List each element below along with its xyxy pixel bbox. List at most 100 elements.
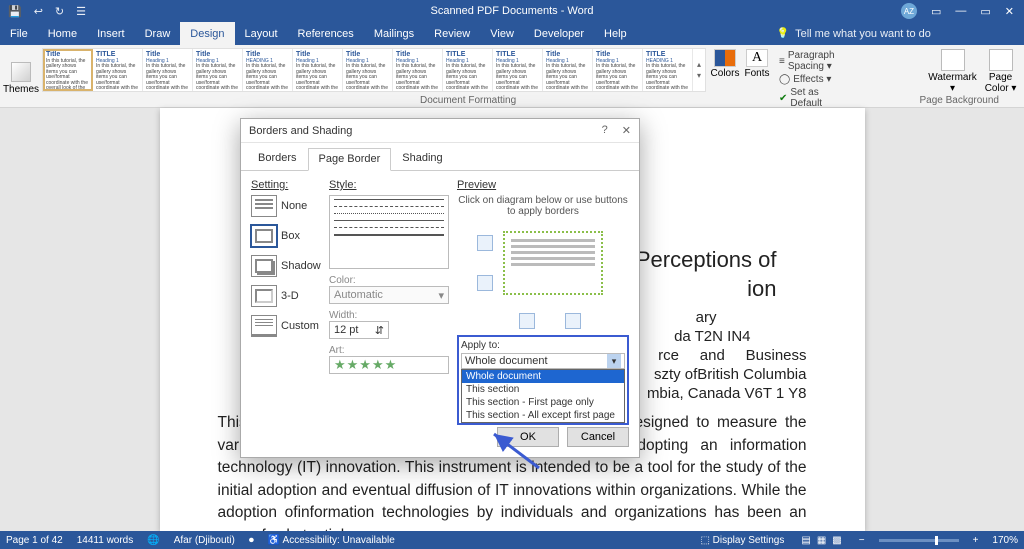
setting-shadow[interactable]: Shadow <box>251 255 321 277</box>
dialog-tab-borders[interactable]: Borders <box>247 147 308 170</box>
close-window-icon[interactable]: ✕ <box>1005 5 1014 18</box>
zoom-out-icon[interactable]: − <box>859 535 865 546</box>
gallery-item[interactable]: TitleHeading 1In this tutorial, the gall… <box>543 49 593 91</box>
status-language[interactable]: Afar (Djibouti) <box>174 535 235 546</box>
setting-custom[interactable]: Custom <box>251 315 321 337</box>
apply-to-select[interactable]: Whole document ▾ <box>461 353 625 369</box>
tab-review[interactable]: Review <box>424 22 480 45</box>
gallery-item[interactable]: TITLEHEADING 1In this tutorial, the gall… <box>643 49 693 91</box>
gallery-item[interactable]: TitleHeading 1In this tutorial, the gall… <box>193 49 243 91</box>
tab-insert[interactable]: Insert <box>87 22 135 45</box>
tab-layout[interactable]: Layout <box>235 22 288 45</box>
tab-file[interactable]: File <box>0 22 38 45</box>
style-listbox[interactable] <box>329 195 449 269</box>
set-as-default-button[interactable]: Set as Default <box>776 86 838 110</box>
zoom-in-icon[interactable]: + <box>973 535 979 546</box>
tab-references[interactable]: References <box>288 22 364 45</box>
paragraph-spacing-button[interactable]: ≡Paragraph Spacing ▾ <box>776 49 838 73</box>
gallery-more-button[interactable]: ▴▾ <box>693 49 705 91</box>
maximize-icon[interactable]: ▭ <box>980 5 990 18</box>
tab-design[interactable]: Design <box>180 22 234 45</box>
dropdown-option[interactable]: This section <box>462 383 624 396</box>
tab-help[interactable]: Help <box>594 22 637 45</box>
border-bottom-toggle[interactable] <box>477 275 493 291</box>
gallery-item[interactable]: TitleHEADING 1In this tutorial, the gall… <box>243 49 293 91</box>
ribbon-display-options-icon[interactable]: ▭ <box>931 5 941 18</box>
cancel-button[interactable]: Cancel <box>567 427 629 447</box>
label-apply-to: Apply to: <box>461 340 500 351</box>
dialog-close-icon[interactable]: ✕ <box>622 124 631 137</box>
document-formatting-gallery[interactable]: TitleIn this tutorial, the gallery shows… <box>42 48 706 92</box>
colors-button[interactable]: Colors <box>710 49 740 79</box>
chevron-down-icon: ▾ <box>438 289 444 302</box>
dialog-tabs: Borders Page Border Shading <box>241 143 639 171</box>
tab-view[interactable]: View <box>480 22 524 45</box>
effects-icon: ◯ <box>779 74 790 85</box>
setting-none[interactable]: None <box>251 195 321 217</box>
group-label-page-background: Page Background <box>919 95 999 106</box>
gallery-item[interactable]: TitleHeading 1In this tutorial, the gall… <box>593 49 643 91</box>
zoom-slider[interactable] <box>879 539 959 542</box>
tab-developer[interactable]: Developer <box>524 22 594 45</box>
minimize-icon[interactable]: — <box>955 5 966 17</box>
custom-icon <box>251 315 277 337</box>
dialog-tab-shading[interactable]: Shading <box>391 147 453 170</box>
width-spinner[interactable]: 12 pt⇵ <box>329 321 389 339</box>
undo-icon[interactable]: ↩ <box>34 5 43 18</box>
art-select[interactable]: ★★★★★ <box>329 356 449 374</box>
shadow-icon <box>251 255 277 277</box>
gallery-item[interactable]: TITLEHeading 1In this tutorial, the gall… <box>93 49 143 91</box>
effects-button[interactable]: ◯Effects ▾ <box>776 73 838 86</box>
tell-me-search[interactable]: Tell me what you want to do <box>777 22 931 45</box>
setting-box[interactable]: Box <box>251 225 321 247</box>
print-layout-icon: ▦ <box>817 535 826 546</box>
color-select[interactable]: Automatic▾ <box>329 286 449 304</box>
status-page[interactable]: Page 1 of 42 <box>6 535 63 546</box>
dropdown-option[interactable]: This section - All except first page <box>462 409 624 422</box>
border-left-toggle[interactable] <box>519 313 535 329</box>
gallery-item[interactable]: TitleHeading 1In this tutorial, the gall… <box>393 49 443 91</box>
label-style: Style: <box>329 179 449 191</box>
macro-record-icon[interactable]: ⏺ <box>249 535 254 546</box>
apply-to-group: Apply to: Whole document ▾ Whole documen… <box>457 335 629 425</box>
watermark-button[interactable]: Watermark ▾ <box>932 49 974 94</box>
status-accessibility[interactable]: ♿ Accessibility: Unavailable <box>268 535 395 546</box>
gallery-item[interactable]: TitleHeading 1In this tutorial, the gall… <box>343 49 393 91</box>
dialog-title: Borders and Shading <box>249 125 352 137</box>
themes-button[interactable]: Themes <box>4 47 38 95</box>
dialog-help-icon[interactable]: ? <box>602 124 608 137</box>
label-art: Art: <box>329 345 449 356</box>
gallery-item[interactable]: TITLEHeading 1In this tutorial, the gall… <box>443 49 493 91</box>
border-top-toggle[interactable] <box>477 235 493 251</box>
dialog-tab-page-border[interactable]: Page Border <box>308 148 392 171</box>
border-right-toggle[interactable] <box>565 313 581 329</box>
none-icon <box>251 195 277 217</box>
setting-3d[interactable]: 3-D <box>251 285 321 307</box>
page-color-icon <box>989 49 1013 71</box>
ok-button[interactable]: OK <box>497 427 559 447</box>
user-avatar[interactable]: AZ <box>901 3 917 19</box>
dialog-titlebar[interactable]: Borders and Shading ? ✕ <box>241 119 639 143</box>
box-icon <box>251 225 277 247</box>
zoom-level[interactable]: 170% <box>992 535 1018 546</box>
tab-draw[interactable]: Draw <box>135 22 181 45</box>
gallery-item[interactable]: TITLEHeading 1In this tutorial, the gall… <box>493 49 543 91</box>
tab-mailings[interactable]: Mailings <box>364 22 424 45</box>
gallery-item[interactable]: TitleIn this tutorial, the gallery shows… <box>43 49 93 91</box>
status-display-settings[interactable]: ⬚ Display Settings <box>700 535 784 546</box>
apply-to-dropdown: Whole document This section This section… <box>461 369 625 423</box>
dropdown-option[interactable]: This section - First page only <box>462 396 624 409</box>
dropdown-option[interactable]: Whole document <box>462 370 624 383</box>
save-icon[interactable]: 💾 <box>8 5 22 18</box>
view-switcher[interactable]: ▤▦▩ <box>798 535 844 546</box>
tab-home[interactable]: Home <box>38 22 87 45</box>
customize-qat-icon[interactable]: ☰ <box>76 5 86 18</box>
gallery-item[interactable]: TitleHeading 1In this tutorial, the gall… <box>143 49 193 91</box>
redo-icon[interactable]: ↻ <box>55 5 64 18</box>
preview-page[interactable] <box>503 231 603 295</box>
page-color-button[interactable]: Page Color ▾ <box>980 49 1022 94</box>
gallery-item[interactable]: TitleHeading 1In this tutorial, the gall… <box>293 49 343 91</box>
status-word-count[interactable]: 14411 words <box>77 535 134 546</box>
fonts-button[interactable]: AFonts <box>742 49 772 79</box>
three-d-icon <box>251 285 277 307</box>
